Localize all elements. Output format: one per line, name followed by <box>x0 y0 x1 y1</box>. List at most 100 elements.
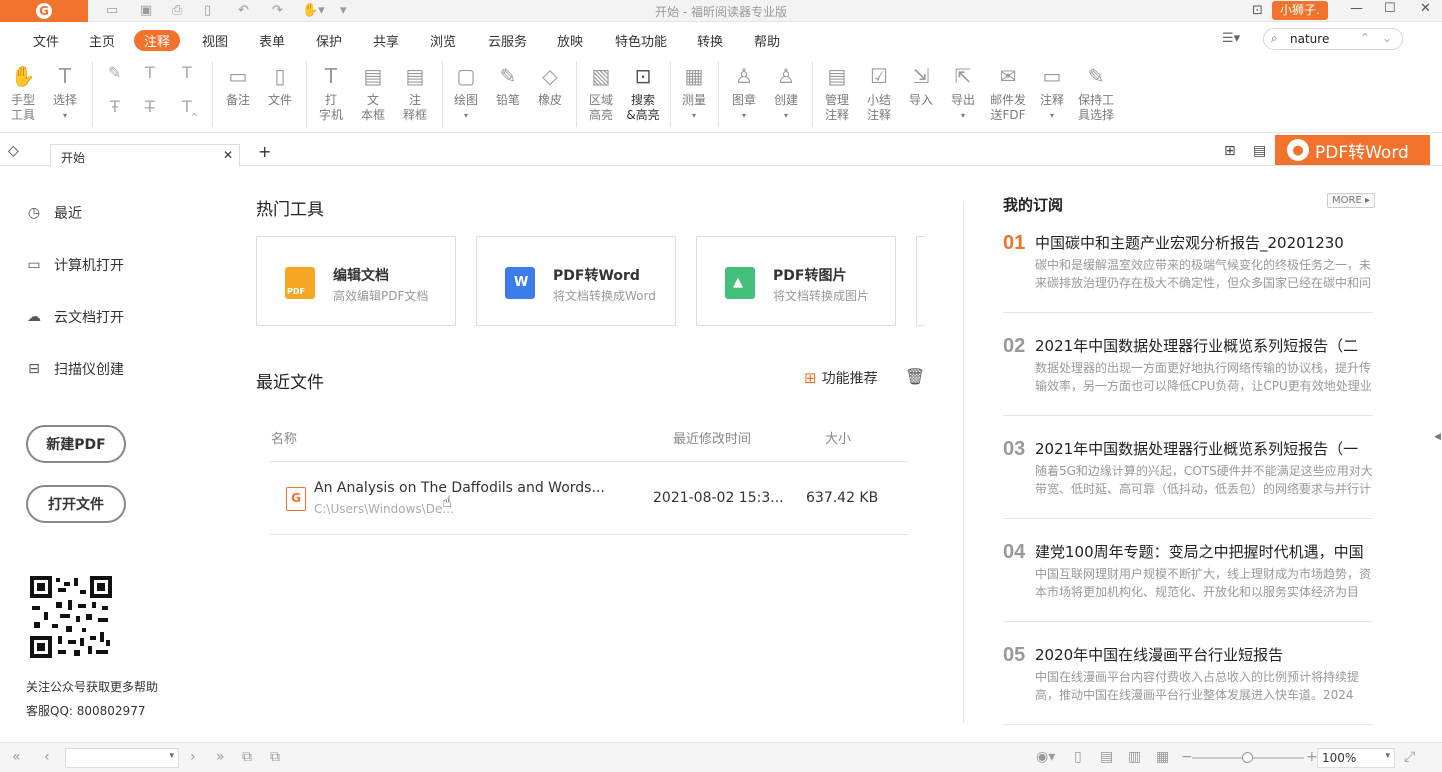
edit-document-card[interactable]: PDF 编辑文档 高效编辑PDF文档 <box>256 236 456 326</box>
open-file-button[interactable]: 打开文件 <box>26 485 126 523</box>
reading-mode-icon[interactable]: ◉▾ <box>1036 749 1055 765</box>
menu-view[interactable]: 视图 <box>202 31 228 50</box>
menu-browse[interactable]: 浏览 <box>430 31 456 50</box>
search-next-icon[interactable]: ⌄ <box>1382 31 1392 45</box>
callout-button[interactable]: ▤ 注 释框 <box>398 63 432 123</box>
menu-protect[interactable]: 保护 <box>316 31 342 50</box>
email-fdf-button[interactable]: ✉ 邮件发 送FDF <box>986 63 1030 123</box>
menu-help[interactable]: 帮助 <box>754 31 780 50</box>
tab-start[interactable]: 开始 ✕ <box>50 144 240 167</box>
zoom-slider-handle[interactable] <box>1242 752 1253 763</box>
search-input[interactable]: nature <box>1290 32 1329 46</box>
column-size[interactable]: 大小 <box>825 428 851 447</box>
recent-files-heading: 最近文件 <box>256 373 324 393</box>
column-modified[interactable]: 最近修改时间 <box>673 428 751 447</box>
facing-page-icon[interactable]: ▥ <box>1128 749 1141 765</box>
file-modified: 2021-08-02 15:3... <box>653 490 784 506</box>
new-pdf-button[interactable]: 新建PDF <box>26 425 126 463</box>
new-tab-icon[interactable]: + <box>258 142 271 161</box>
stamp-button[interactable]: ♙ 图章 ▾ <box>728 63 760 123</box>
eraser-button[interactable]: ◇ 橡皮 <box>534 63 566 108</box>
hand-tool-button[interactable]: ✋ 手型 工具 <box>6 63 40 123</box>
measure-icon: ▦ <box>684 64 704 88</box>
file-size: 637.42 KB <box>806 490 879 506</box>
computer-icon: ▭ <box>27 257 41 273</box>
close-window-icon[interactable]: ✕ <box>1420 1 1431 16</box>
search-highlight-button[interactable]: ⊡ 搜索 &高亮 <box>624 63 662 123</box>
continuous-facing-icon[interactable]: ▦ <box>1156 749 1169 765</box>
more-button[interactable]: MORE ▸ <box>1327 193 1375 208</box>
next-page-icon[interactable]: › <box>190 749 196 765</box>
file-attach-button[interactable]: ▯ 文件 <box>264 63 296 108</box>
hand-icon: ✋ <box>10 64 36 88</box>
menu-share[interactable]: 共享 <box>373 31 399 50</box>
column-name[interactable]: 名称 <box>271 428 297 447</box>
replace-text-icon[interactable]: T̶ <box>145 99 155 115</box>
find-options-icon[interactable]: ☰▾ <box>1222 31 1240 46</box>
textbox-button[interactable]: ▤ 文 本框 <box>356 63 390 123</box>
next-view-icon[interactable]: ⧉ <box>270 749 280 765</box>
trash-icon[interactable]: 🗑 <box>905 367 925 386</box>
select-tool-button[interactable]: T 选择 ▾ <box>48 63 82 123</box>
zoom-in-icon[interactable]: + <box>1306 749 1318 765</box>
feature-recommend-button[interactable]: ⊞ 功能推荐 <box>804 368 878 388</box>
pdf-to-word-promo[interactable]: ● PDF转Word <box>1275 135 1430 165</box>
drawing-button[interactable]: ▢ 绘图 ▾ <box>450 63 482 123</box>
comment-settings-button[interactable]: ▭ 注释 ▾ <box>1036 63 1068 123</box>
create-stamp-button[interactable]: ♙ 创建 ▾ <box>770 63 802 123</box>
menu-form[interactable]: 表单 <box>259 31 285 50</box>
prev-page-icon[interactable]: ‹ <box>44 749 50 765</box>
eraser-tab-icon[interactable]: ◇ <box>8 143 19 159</box>
pencil-button[interactable]: ✎ 铅笔 <box>492 63 524 108</box>
continuous-page-icon[interactable]: ▤ <box>1100 749 1113 765</box>
user-account-button[interactable]: 小狮子. <box>1272 1 1328 20</box>
import-button[interactable]: ⇲ 导入 <box>904 63 938 108</box>
page-number-input[interactable]: ▾ <box>65 748 179 768</box>
zoom-level-input[interactable]: 100% ▾ <box>1317 748 1395 768</box>
grid-view-icon[interactable]: ⊞ <box>1224 143 1236 159</box>
fullscreen-icon[interactable]: ⤢ <box>1404 749 1415 765</box>
menu-home[interactable]: 主页 <box>89 31 115 50</box>
note-button[interactable]: ▭ 备注 <box>222 63 254 108</box>
typewriter-button[interactable]: T打 字机 <box>314 63 348 123</box>
search-prev-icon[interactable]: ⌃ <box>1360 31 1370 45</box>
measure-button[interactable]: ▦ 测量 ▾ <box>678 63 710 123</box>
close-tab-icon[interactable]: ✕ <box>223 148 233 162</box>
menu-slideshow[interactable]: 放映 <box>557 31 583 50</box>
zoom-out-icon[interactable]: − <box>1181 749 1193 765</box>
pdf-to-image-card[interactable]: ▲ PDF转图片 将文档转换成图片 <box>696 236 896 326</box>
keep-tool-button[interactable]: ✎ 保持工 具选择 <box>1074 63 1118 123</box>
highlight-icon[interactable]: ✎ <box>108 65 121 81</box>
last-page-icon[interactable]: » <box>216 749 225 765</box>
area-highlight-button[interactable]: ▧ 区域 高亮 <box>584 63 618 123</box>
sidebar-item-scanner[interactable]: ⊟ 扫描仪创建 <box>26 359 124 379</box>
table-row[interactable]: G An Analysis on The Daffodils and Words… <box>270 464 908 534</box>
single-page-icon[interactable]: ▯ <box>1074 749 1082 765</box>
sidebar-item-computer[interactable]: ▭ 计算机打开 <box>26 255 124 275</box>
menu-cloud[interactable]: 云服务 <box>488 31 527 50</box>
minimize-icon[interactable]: — <box>1350 1 1363 16</box>
manage-comments-button[interactable]: ▤ 管理 注释 <box>820 63 854 123</box>
sidebar-item-recent[interactable]: ◷ 最近 <box>26 203 82 223</box>
insert-text-icon[interactable]: T‸ <box>182 99 197 115</box>
search-box[interactable]: ⌕ nature ⌃ ⌄ <box>1263 28 1403 50</box>
menu-convert[interactable]: 转换 <box>697 31 723 50</box>
summarize-comments-button[interactable]: ☑ 小结 注释 <box>862 63 896 123</box>
collapse-panel-icon[interactable]: ◀ <box>1434 432 1441 442</box>
menu-features[interactable]: 特色功能 <box>615 31 667 50</box>
first-page-icon[interactable]: « <box>12 749 21 765</box>
squiggly-icon[interactable]: T <box>182 65 192 81</box>
sidebar-item-cloud[interactable]: ☁ 云文档打开 <box>26 307 124 327</box>
menu-file[interactable]: 文件 <box>33 31 59 50</box>
subscriptions-heading: 我的订阅 <box>1003 196 1064 214</box>
list-view-icon[interactable]: ▤ <box>1253 143 1266 159</box>
pdf-file-icon: G <box>286 487 306 511</box>
menu-comment[interactable]: 注释 <box>134 30 181 51</box>
previous-view-icon[interactable]: ⧉ <box>242 749 252 765</box>
export-button[interactable]: ⇱ 导出 ▾ <box>946 63 980 123</box>
maximize-icon[interactable]: ☐ <box>1384 1 1396 16</box>
shop-bag-icon[interactable]: ⊡ <box>1252 3 1263 19</box>
pdf-to-word-card[interactable]: W PDF转Word 将文档转换成Word <box>476 236 676 326</box>
underline-icon[interactable]: T <box>145 65 155 81</box>
strikeout-icon[interactable]: Ŧ <box>110 99 120 115</box>
